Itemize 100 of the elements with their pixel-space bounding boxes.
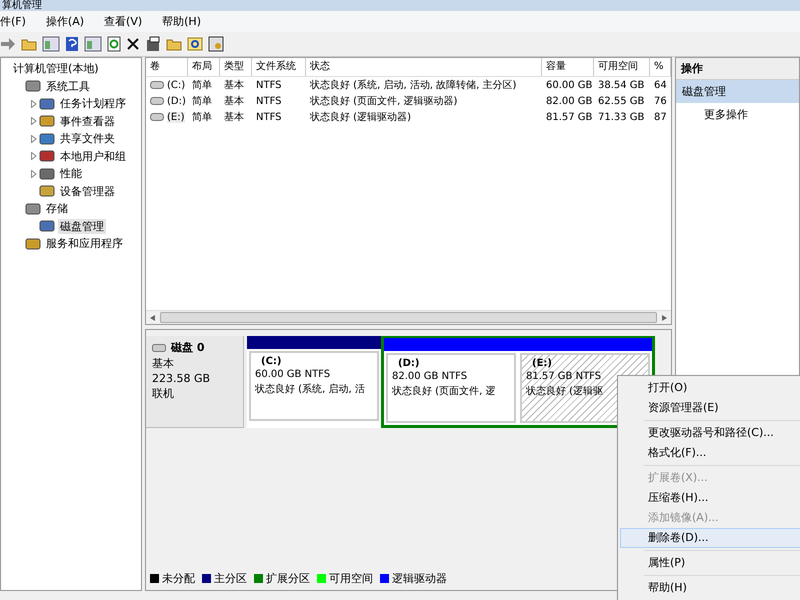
tree-item-icon — [39, 166, 55, 181]
legend-label: 逻辑驱动器 — [392, 571, 447, 586]
tree-item-icon — [25, 236, 41, 251]
partition-label: (E:) — [531, 358, 553, 369]
menu-item[interactable]: 帮助(H) — [162, 14, 209, 29]
tree-item[interactable]: 存储 — [44, 201, 70, 216]
column-header[interactable]: % — [650, 58, 671, 76]
legend-label: 主分区 — [214, 571, 247, 586]
partition-size: 81.57 GB NTFS — [526, 371, 602, 382]
expand-arrow-icon[interactable] — [31, 134, 37, 143]
table-cell: NTFS — [256, 112, 282, 122]
table-cell: 76 — [654, 96, 667, 106]
disk-name: 磁盘 0 — [171, 340, 204, 355]
tree-item-icon — [39, 149, 55, 164]
expand-arrow-icon[interactable] — [31, 117, 37, 126]
column-header[interactable]: 布局 — [188, 58, 220, 76]
tree-item-icon — [39, 184, 55, 198]
table-cell: (E:) — [167, 112, 184, 122]
table-cell-text: 简单 — [192, 110, 212, 124]
partition-status: 状态良好 (页面文件, 逻 — [392, 384, 496, 398]
expand-arrow-icon[interactable] — [31, 152, 37, 160]
menu-item[interactable]: 查看(V) — [104, 14, 150, 29]
scrollbar[interactable] — [146, 310, 671, 324]
drive-icon — [150, 113, 164, 121]
table-cell: 38.54 GB — [598, 80, 644, 90]
settings-icon[interactable] — [208, 36, 224, 52]
tree-item[interactable]: 性能 — [58, 166, 84, 182]
close-icon[interactable] — [126, 37, 140, 51]
column-header[interactable]: 容量 — [542, 58, 594, 76]
tree-item-icon — [39, 132, 55, 146]
table-cell-text: 状态良好 (逻辑驱动器) — [310, 110, 411, 124]
partition[interactable]: (D:) 82.00 GB NTFS 状态良好 (页面文件, 逻 — [384, 338, 518, 425]
table-cell: 64 — [654, 80, 667, 90]
tree-item[interactable]: 事件查看器 — [58, 114, 117, 129]
tree-item[interactable]: 设备管理器 — [58, 184, 117, 199]
table-cell-text: 简单 — [192, 78, 212, 92]
pane-icon[interactable] — [42, 36, 60, 52]
legend-label: 未分配 — [162, 571, 195, 586]
disk-type: 基本 — [152, 356, 175, 371]
menu-item[interactable]: 件(F) — [0, 14, 34, 29]
partition-size: 60.00 GB NTFS — [255, 369, 332, 380]
menu-item[interactable]: 删除卷(D)... — [620, 528, 800, 548]
drive-icon — [150, 81, 164, 89]
table-cell-text: 基本 — [224, 78, 244, 92]
menu-item[interactable]: 操作(A) — [46, 14, 92, 29]
tree-item-icon — [39, 219, 55, 234]
tree-item-icon — [25, 202, 41, 216]
pane-icon[interactable] — [84, 36, 102, 52]
menu-item[interactable]: 帮助(H) — [620, 578, 800, 598]
search-icon[interactable] — [187, 36, 203, 52]
table-cell: 71.33 GB — [598, 112, 644, 122]
menu-item[interactable]: 格式化(F)... — [620, 443, 800, 463]
table-cell: (C:) — [167, 80, 186, 90]
table-cell: 81.57 GB — [546, 112, 592, 122]
tree-item[interactable]: 服务和应用程序 — [44, 236, 125, 252]
table-cell-text: 基本 — [224, 110, 244, 124]
menu-item[interactable]: 更改驱动器号和路径(C)... — [620, 423, 800, 443]
expand-arrow-icon[interactable] — [31, 170, 37, 178]
tree-item-icon — [39, 114, 55, 128]
tree-item[interactable]: 磁盘管理 — [58, 218, 106, 234]
column-header[interactable]: 类型 — [220, 58, 252, 76]
refresh-icon[interactable] — [107, 36, 121, 52]
table-cell: NTFS — [256, 80, 282, 90]
window-title: 算机管理 — [1, 0, 42, 11]
menu-item[interactable]: 压缩卷(H)... — [620, 488, 800, 508]
actions-item[interactable]: 更多操作 — [676, 103, 799, 126]
actions-section[interactable]: 磁盘管理 — [676, 80, 799, 103]
tree-item-icon — [39, 96, 55, 111]
tree-item-icon — [25, 79, 41, 94]
column-header[interactable]: 状态 — [306, 58, 542, 76]
table-cell: 82.00 GB — [546, 96, 592, 106]
disk-size: 223.58 GB — [152, 372, 212, 385]
forward-arrow-icon[interactable] — [0, 36, 16, 52]
column-header[interactable]: 卷 — [146, 58, 188, 76]
tree-item[interactable]: 计算机管理(本地) — [11, 61, 101, 76]
partition-label: (C:) — [260, 356, 282, 367]
table-cell-text: 状态良好 (系统, 启动, 活动, 故障转储, 主分区) — [310, 78, 516, 92]
partition-size: 82.00 GB NTFS — [392, 371, 468, 382]
drive-icon — [150, 97, 164, 105]
partition-status: 状态良好 (逻辑驱 — [526, 384, 604, 398]
legend-label: 扩展分区 — [266, 571, 310, 586]
menu-item[interactable]: 属性(P) — [620, 553, 800, 573]
partition-label: (D:) — [397, 358, 420, 369]
disk-state: 联机 — [152, 386, 175, 401]
properties-icon[interactable] — [145, 36, 161, 52]
column-header[interactable]: 可用空间 — [594, 58, 650, 76]
partition-status: 状态良好 (系统, 启动, 活 — [255, 382, 366, 396]
tree-item[interactable]: 本地用户和组 — [58, 148, 128, 164]
tree-item[interactable]: 共享文件夹 — [58, 131, 117, 146]
table-cell: 60.00 GB — [546, 80, 592, 90]
drive-icon — [152, 344, 166, 352]
tree-item[interactable]: 任务计划程序 — [58, 96, 128, 112]
tree-item[interactable]: 系统工具 — [44, 78, 92, 94]
expand-arrow-icon[interactable] — [31, 100, 37, 108]
help-icon[interactable] — [65, 36, 79, 52]
table-cell: 62.55 GB — [598, 96, 644, 106]
column-header[interactable]: 文件系统 — [252, 58, 306, 76]
actions-title: 操作 — [676, 58, 799, 80]
table-cell: (D:) — [167, 96, 186, 106]
table-cell: 87 — [654, 112, 667, 122]
